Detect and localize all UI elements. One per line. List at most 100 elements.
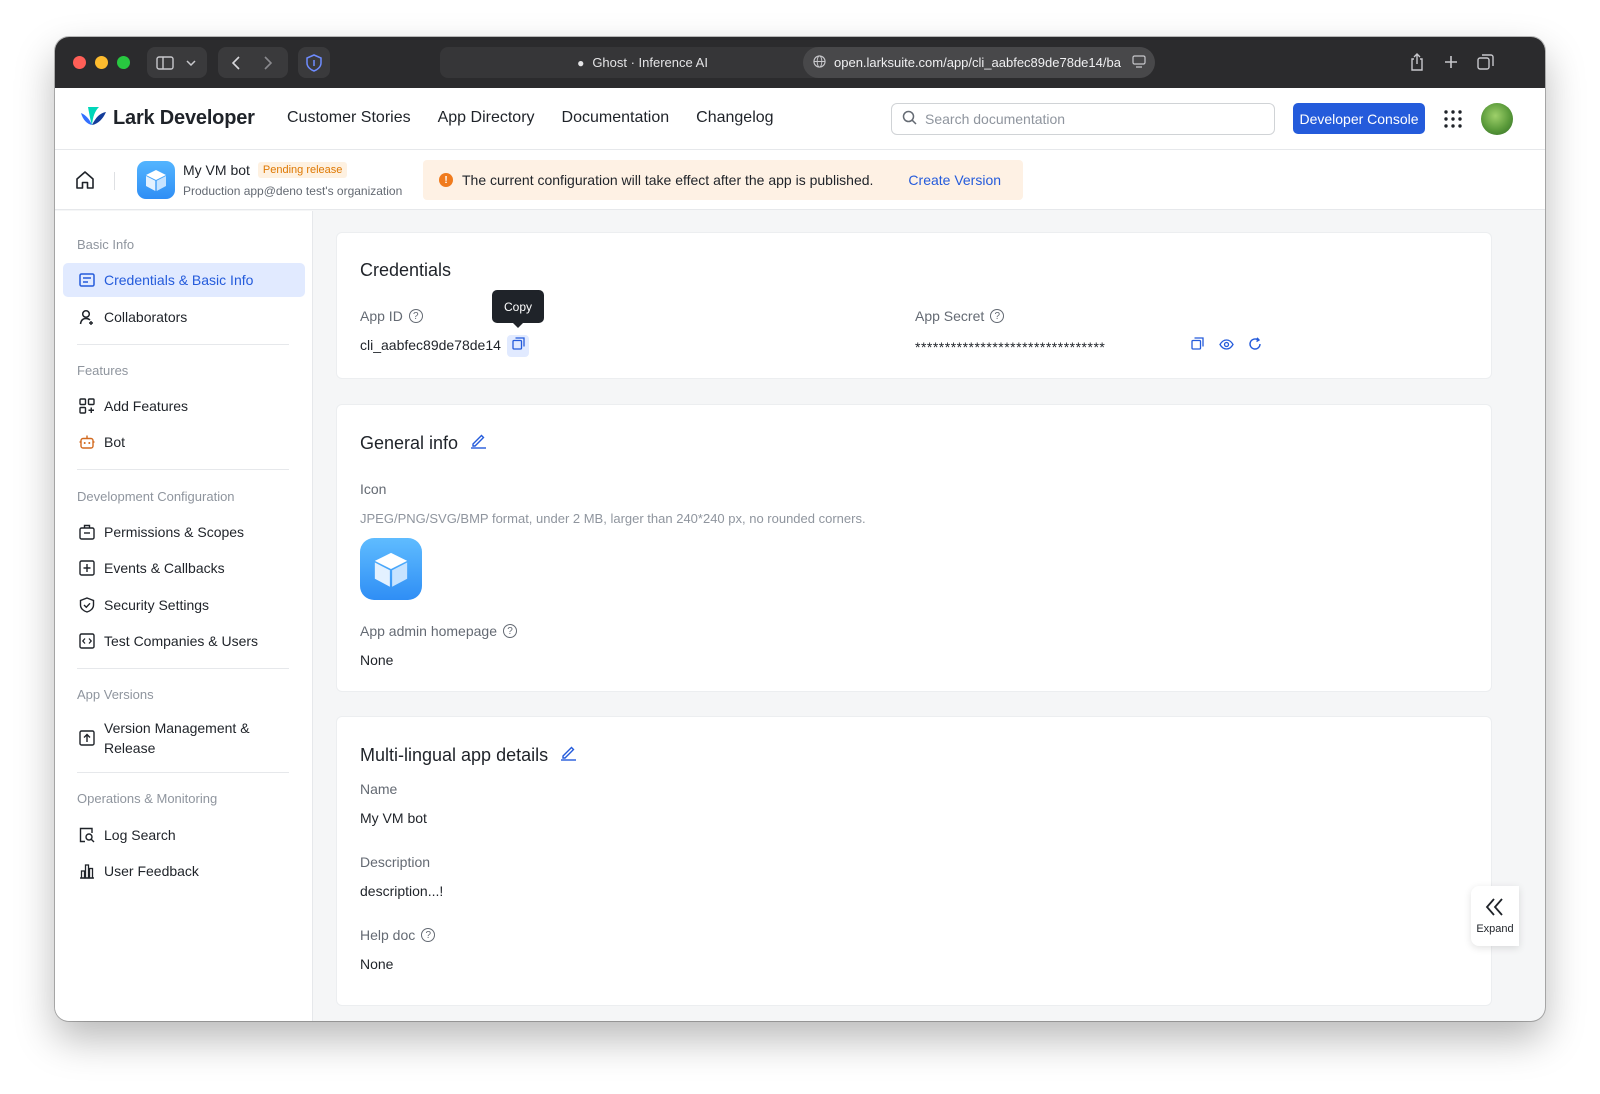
- bot-icon: [78, 434, 95, 451]
- sidebar-item-version-management[interactable]: Version Management & Release: [63, 714, 305, 762]
- divider: [77, 469, 289, 470]
- log-search-icon: [78, 827, 95, 844]
- search-box[interactable]: [891, 103, 1275, 135]
- new-tab-icon[interactable]: [1441, 52, 1461, 72]
- sidebar-group-operations: Operations & Monitoring: [77, 791, 218, 806]
- address-bar[interactable]: open.larksuite.com/app/cli_aabfec89de78d…: [803, 47, 1155, 78]
- sidebar-item-add-features[interactable]: Add Features: [63, 389, 305, 423]
- help-icon[interactable]: ?: [408, 309, 423, 323]
- reset-secret-button[interactable]: [1244, 335, 1266, 357]
- browser-window: ● Ghost · Inference AI open.larksuite.co…: [55, 37, 1545, 1021]
- chevron-down-icon: [183, 55, 199, 71]
- edit-icon[interactable]: [560, 744, 577, 766]
- upload-icon: [78, 730, 95, 747]
- nav-changelog[interactable]: Changelog: [696, 109, 773, 127]
- sidebar-item-events[interactable]: Events & Callbacks: [63, 551, 305, 585]
- sidebar-item-collaborators[interactable]: Collaborators: [63, 300, 305, 334]
- expand-button[interactable]: Expand: [1471, 886, 1519, 946]
- help-icon[interactable]: ?: [421, 928, 436, 942]
- eye-icon: [1218, 337, 1234, 355]
- multilingual-card: Multi-lingual app details Name My VM bot…: [336, 716, 1492, 1006]
- back-icon[interactable]: [228, 54, 244, 71]
- help-doc-label: Help doc ?: [360, 927, 436, 943]
- sidebar-item-user-feedback[interactable]: User Feedback: [63, 854, 305, 888]
- sidebar-item-label: Log Search: [104, 827, 176, 843]
- search-input[interactable]: [925, 111, 1255, 127]
- reader-icon[interactable]: [1132, 54, 1146, 71]
- multilingual-title: Multi-lingual app details: [360, 744, 577, 766]
- history-nav-group: [218, 47, 288, 78]
- general-info-card: General info Icon JPEG/PNG/SVG/BMP forma…: [336, 404, 1492, 692]
- icon-label: Icon: [360, 481, 387, 497]
- minimize-window-button[interactable]: [95, 56, 108, 69]
- sidebar-item-credentials[interactable]: Credentials & Basic Info: [63, 263, 305, 297]
- lark-developer-logo[interactable]: Lark Developer: [79, 105, 255, 132]
- shield-extension-icon: [305, 53, 323, 72]
- app-name: My VM bot: [183, 162, 250, 178]
- help-icon[interactable]: ?: [990, 309, 1005, 323]
- copy-secret-button[interactable]: [1186, 335, 1208, 357]
- developer-console-button[interactable]: Developer Console: [1293, 103, 1425, 134]
- tab-overview-icon[interactable]: [1475, 52, 1495, 72]
- sidebar-toggle-group[interactable]: [147, 47, 207, 78]
- shield-icon: [78, 597, 95, 614]
- sidebar-item-security[interactable]: Security Settings: [63, 588, 305, 622]
- nav-documentation[interactable]: Documentation: [562, 109, 670, 127]
- divider: [77, 344, 289, 345]
- section-title: General info: [360, 432, 459, 453]
- section-title: Credentials: [360, 260, 452, 280]
- sidebar-item-label: User Feedback: [104, 863, 199, 879]
- credentials-card: Credentials Copy App ID ? cli_aabfec89de…: [336, 232, 1492, 379]
- admin-homepage-label: App admin homepage ?: [360, 623, 517, 639]
- icon-hint: JPEG/PNG/SVG/BMP format, under 2 MB, lar…: [360, 511, 866, 526]
- label-text: Help doc: [360, 927, 416, 943]
- sidebar-item-label: Permissions & Scopes: [104, 524, 245, 540]
- copy-app-id-button[interactable]: [507, 335, 529, 357]
- help-icon[interactable]: ?: [503, 624, 517, 638]
- main-nav: Customer Stories App Directory Documenta…: [287, 109, 774, 127]
- app-cube-icon: [137, 161, 175, 199]
- app-cube-icon[interactable]: [360, 538, 422, 600]
- apps-grid-icon[interactable]: [1443, 109, 1463, 129]
- share-icon[interactable]: [1407, 51, 1427, 73]
- url-text: open.larksuite.com/app/cli_aabfec89de78d…: [834, 55, 1121, 70]
- app-id-value: cli_aabfec89de78de14: [360, 337, 501, 353]
- nav-customer-stories[interactable]: Customer Stories: [287, 109, 411, 127]
- nav-app-directory[interactable]: App Directory: [438, 109, 535, 127]
- sidebar-item-test-companies[interactable]: Test Companies & Users: [63, 624, 305, 658]
- general-info-title: General info: [360, 432, 487, 454]
- forward-icon[interactable]: [260, 54, 276, 71]
- browser-toolbar: ● Ghost · Inference AI open.larksuite.co…: [55, 37, 1545, 88]
- zoom-window-button[interactable]: [117, 56, 130, 69]
- sidebar-item-log-search[interactable]: Log Search: [63, 818, 305, 852]
- description-label: Description: [360, 854, 431, 870]
- bar-chart-icon: [78, 863, 95, 880]
- close-window-button[interactable]: [73, 56, 86, 69]
- credentials-title: Credentials: [360, 260, 451, 281]
- sidebar-item-permissions[interactable]: Permissions & Scopes: [63, 515, 305, 549]
- home-icon[interactable]: [75, 170, 95, 190]
- user-avatar[interactable]: [1481, 103, 1513, 135]
- label-text: App admin homepage: [360, 623, 497, 639]
- browser-tab[interactable]: ● Ghost · Inference AI: [440, 47, 845, 78]
- brand-name: Lark Developer: [113, 107, 255, 129]
- extension-button[interactable]: [298, 47, 330, 78]
- help-doc-value: None: [360, 956, 394, 972]
- copy-icon: [511, 337, 525, 355]
- sidebar-item-bot[interactable]: Bot: [63, 425, 305, 459]
- tab-title: Ghost · Inference AI: [592, 55, 708, 70]
- show-secret-button[interactable]: [1215, 335, 1237, 357]
- globe-icon: [813, 54, 826, 71]
- sidebar-item-label: Bot: [104, 434, 126, 450]
- copy-tooltip: Copy: [492, 290, 544, 328]
- edit-icon[interactable]: [470, 432, 487, 454]
- sidebar-group-basic-info: Basic Info: [77, 237, 135, 252]
- app-secret-value: ********************************: [915, 339, 1106, 355]
- warning-icon: !: [439, 173, 453, 187]
- notice-text: The current configuration will take effe…: [462, 172, 874, 188]
- sidebar-icon: [155, 54, 175, 71]
- app-name-row: My VM bot Pending release: [183, 162, 348, 178]
- create-version-link[interactable]: Create Version: [908, 172, 1001, 188]
- add-features-icon: [78, 398, 95, 415]
- sidebar-group-development: Development Configuration: [77, 489, 235, 504]
